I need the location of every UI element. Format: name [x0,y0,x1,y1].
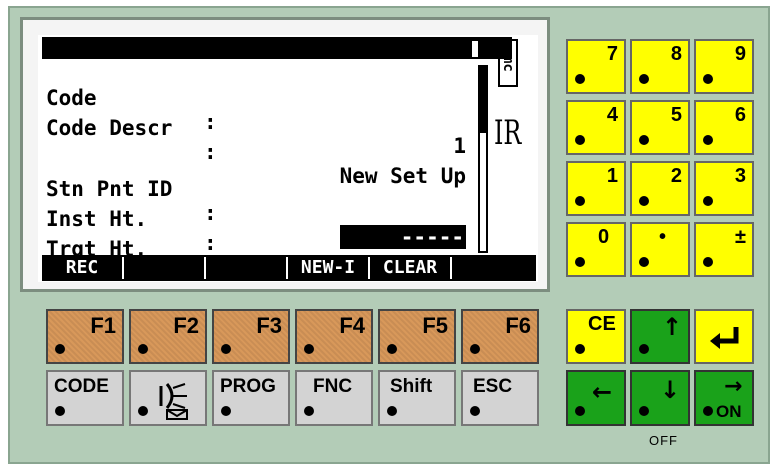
scroll-thumb[interactable] [480,67,486,133]
key-0[interactable]: 0 [566,222,626,277]
ir-mode-label: IR [494,113,522,153]
arrow-up-icon: ↑ [662,313,683,341]
key-esc[interactable]: ESC [461,370,539,426]
key-plus-minus[interactable]: ± [694,222,754,277]
softkey-6[interactable] [452,257,536,279]
key-code[interactable]: CODE [46,370,124,426]
softkey-3[interactable] [206,257,288,279]
key-up[interactable]: ↑ [630,309,690,364]
key-1[interactable]: 1 [566,161,626,216]
key-3[interactable]: 3 [694,161,754,216]
on-label: ON [716,402,742,421]
key-right-on[interactable]: → ON [694,370,754,426]
arrow-left-icon: ← [592,378,613,406]
key-prog[interactable]: PROG [212,370,290,426]
mode-indicator: mc [498,39,518,87]
key-fnc[interactable]: FNC [295,370,373,426]
key-illumination[interactable] [129,370,207,426]
key-down[interactable]: ↓ [630,370,690,426]
key-5[interactable]: 5 [630,100,690,155]
enter-icon [708,325,742,355]
key-9[interactable]: 9 [694,39,754,94]
key-f2[interactable]: F2 [129,309,207,364]
key-decimal-point[interactable]: • [630,222,690,277]
title-bar: MEAS\ Enter Info value [42,37,512,103]
key-enter[interactable] [694,309,754,364]
off-label: OFF [649,433,678,448]
softkey-rec[interactable]: REC [42,257,124,279]
key-left[interactable]: ← [566,370,626,426]
key-7[interactable]: 7 [566,39,626,94]
arrow-right-icon: → [724,374,743,399]
key-f3[interactable]: F3 [212,309,290,364]
key-f5[interactable]: F5 [378,309,456,364]
key-6[interactable]: 6 [694,100,754,155]
key-f6[interactable]: F6 [461,309,539,364]
softkey-bar: REC NEW-I CLEAR [42,255,536,281]
softkey-2[interactable] [124,257,206,279]
field-label: Code Descr [46,116,173,140]
scrollbar[interactable] [478,65,488,253]
title-marker [472,41,478,57]
key-2[interactable]: 2 [630,161,690,216]
softkey-clear[interactable]: CLEAR [370,257,452,279]
display-frame: MEAS\ Enter Info value Code : 1 Code Des… [20,17,550,292]
key-4[interactable]: 4 [566,100,626,155]
key-shift[interactable]: Shift [378,370,456,426]
arrow-down-icon: ↓ [660,376,681,404]
key-f4[interactable]: F4 [295,309,373,364]
key-f1[interactable]: F1 [46,309,124,364]
key-ce[interactable]: CE [566,309,626,364]
softkey-new-i[interactable]: NEW-I [288,257,370,279]
illumination-icon [153,378,197,426]
display-screen: MEAS\ Enter Info value Code : 1 Code Des… [38,35,538,282]
key-8[interactable]: 8 [630,39,690,94]
